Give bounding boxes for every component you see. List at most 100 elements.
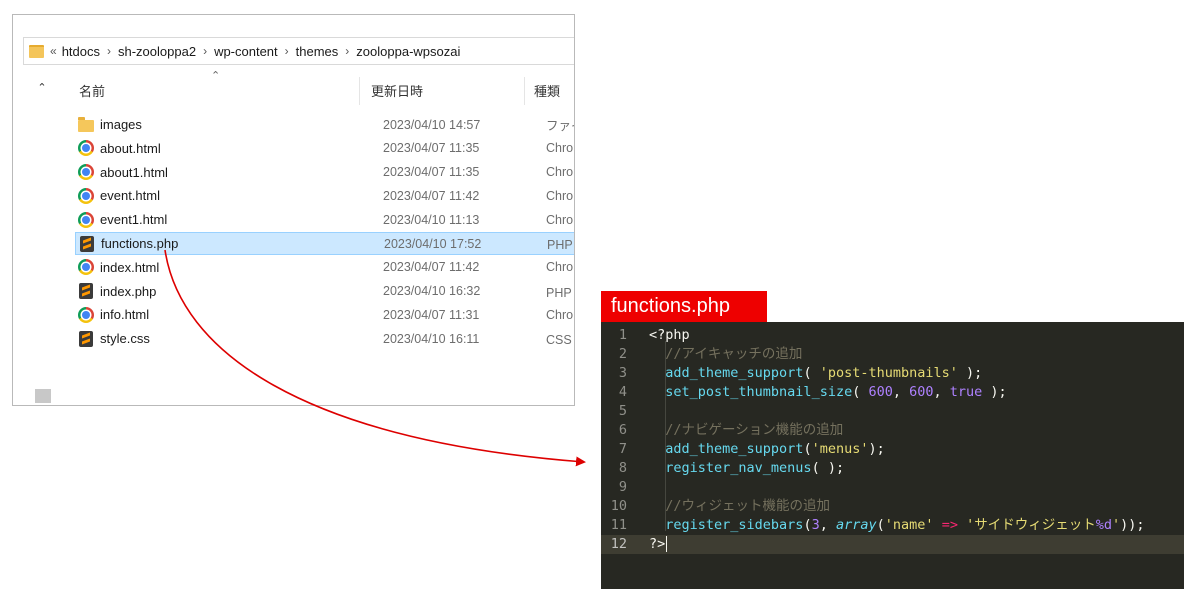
code-token: register_nav_menus [665,460,812,476]
code-token: 'menus' [811,441,869,457]
file-type: ファイル [546,119,574,133]
file-name: event.html [100,188,160,204]
code-token: 'post-thumbnails' [819,365,958,381]
code-line[interactable]: 3 add_theme_support( 'post-thumbnails' )… [601,364,1184,383]
code-token: ' [1112,517,1121,533]
file-explorer-window: « htdocs › sh-zooloppa2 › wp-content › t… [12,14,575,406]
file-modified-date: 2023/04/10 17:52 [384,236,482,251]
code-line[interactable]: 2 //アイキャッチの追加 [601,345,1184,364]
file-modified-date: 2023/04/10 14:57 [383,117,481,132]
code-text: register_nav_menus( ); [649,459,844,478]
line-number: 7 [618,441,627,457]
code-token: ( [803,365,820,381]
scroll-up-arrow-icon[interactable]: ⌃ [35,81,49,95]
code-token: add_theme_support [665,441,804,457]
code-line[interactable]: 5 [601,402,1184,421]
code-line[interactable]: 10 //ウィジェット機能の追加 [601,497,1184,516]
file-name: images [100,117,142,132]
file-modified-date: 2023/04/07 11:31 [383,307,480,322]
sublime-icon [79,235,95,252]
file-row[interactable]: about.html 2023/04/07 11:35 Chrome [75,137,574,160]
code-token: ( [852,384,869,400]
folder-icon [29,44,44,58]
file-row[interactable]: about1.html 2023/04/07 11:35 Chrome [75,161,574,184]
code-line[interactable]: 8 register_nav_menus( ); [601,459,1184,478]
file-row[interactable]: index.html 2023/04/07 11:42 Chrome [75,256,574,279]
breadcrumb-sh-zooloppa2[interactable]: sh-zooloppa2 [118,44,196,59]
code-line[interactable]: 12 ?> [601,535,1184,554]
breadcrumb-themes[interactable]: themes [296,44,339,59]
column-header-type[interactable]: 種類 [534,77,560,103]
code-line[interactable]: 6 //ナビゲーション機能の追加 [601,421,1184,440]
code-token: ); [957,365,983,381]
breadcrumb-separator-icon[interactable]: › [203,44,207,58]
file-type: PHP フ [546,285,574,300]
breadcrumb-zooloppa-wpsozai[interactable]: zooloppa-wpsozai [356,44,460,59]
breadcrumb-separator-icon[interactable]: › [107,44,111,58]
code-token: ( [803,441,812,457]
file-modified-date: 2023/04/07 11:35 [383,165,480,180]
code-token: ?> [649,536,666,552]
line-number: 8 [618,460,627,476]
file-modified-date: 2023/04/07 11:42 [383,188,480,203]
line-number: 5 [618,403,627,419]
line-number: 6 [618,422,627,438]
code-token: array [835,517,877,533]
line-number: 10 [610,498,627,514]
code-token: 'サイドウィジェット [966,517,1096,533]
code-token: //ウィジェット機能の追加 [649,498,831,514]
line-number: 4 [618,384,627,400]
address-bar[interactable]: « htdocs › sh-zooloppa2 › wp-content › t… [23,37,574,65]
file-row[interactable]: info.html 2023/04/07 11:31 Chrome [75,303,574,326]
column-divider[interactable] [524,77,525,105]
sort-ascending-icon: ⌃ [211,70,221,82]
breadcrumb-separator-icon[interactable]: › [285,44,289,58]
file-type: Chrome [546,260,574,275]
breadcrumb-htdocs[interactable]: htdocs [62,44,100,59]
file-name: index.html [100,259,160,275]
code-text: set_post_thumbnail_size( 600, 600, true … [649,383,1006,402]
code-token: => [941,517,958,533]
code-line[interactable]: 9 [601,478,1184,497]
code-token: true [949,384,983,400]
column-header-date[interactable]: 更新日時 [371,77,423,103]
file-row[interactable]: functions.php 2023/04/10 17:52 PHP フ [75,232,574,255]
breadcrumb-wp-content[interactable]: wp-content [214,44,278,59]
line-number: 12 [610,536,627,552]
file-modified-date: 2023/04/10 16:11 [383,331,480,346]
code-text: register_sidebars(3, array('name' => 'サイ… [649,516,1145,535]
code-line[interactable]: 4 set_post_thumbnail_size( 600, 600, tru… [601,383,1184,402]
file-row[interactable]: event.html 2023/04/07 11:42 Chrome [75,184,574,207]
breadcrumb-separator-icon[interactable]: › [345,44,349,58]
code-token: //アイキャッチの追加 [649,346,803,362]
file-row[interactable]: style.css 2023/04/10 16:11 CSS フ [75,327,574,350]
file-name: about.html [100,140,161,156]
file-row[interactable]: index.php 2023/04/10 16:32 PHP フ [75,280,574,303]
code-token: )); [1120,517,1145,533]
code-line[interactable]: 1 <?php [601,326,1184,345]
code-line[interactable]: 11 register_sidebars(3, array('name' => … [601,516,1184,535]
folder-icon [78,116,94,133]
file-row[interactable]: images 2023/04/10 14:57 ファイル [75,113,574,136]
file-modified-date: 2023/04/10 16:32 [383,284,481,299]
chrome-icon [78,259,94,276]
file-row[interactable]: event1.html 2023/04/10 11:13 Chrome [75,208,574,231]
column-divider[interactable] [359,77,360,105]
code-text: <?php [649,326,690,345]
chrome-icon [78,140,94,157]
code-editor[interactable]: 1 <?php 2 //アイキャッチの追加 3 add_theme_support( … [601,322,1184,589]
vertical-scrollbar[interactable] [33,105,51,403]
code-text: //ナビゲーション機能の追加 [649,421,843,440]
sublime-icon [78,330,94,347]
file-name: about1.html [100,164,168,180]
breadcrumb-overflow-icon[interactable]: « [50,44,57,58]
file-name: event1.html [100,212,168,228]
code-token: %d [1095,517,1112,533]
scrollbar-thumb[interactable] [35,389,51,403]
column-header-name[interactable]: 名前 [79,77,105,103]
code-line[interactable]: 7 add_theme_support('menus'); [601,440,1184,459]
